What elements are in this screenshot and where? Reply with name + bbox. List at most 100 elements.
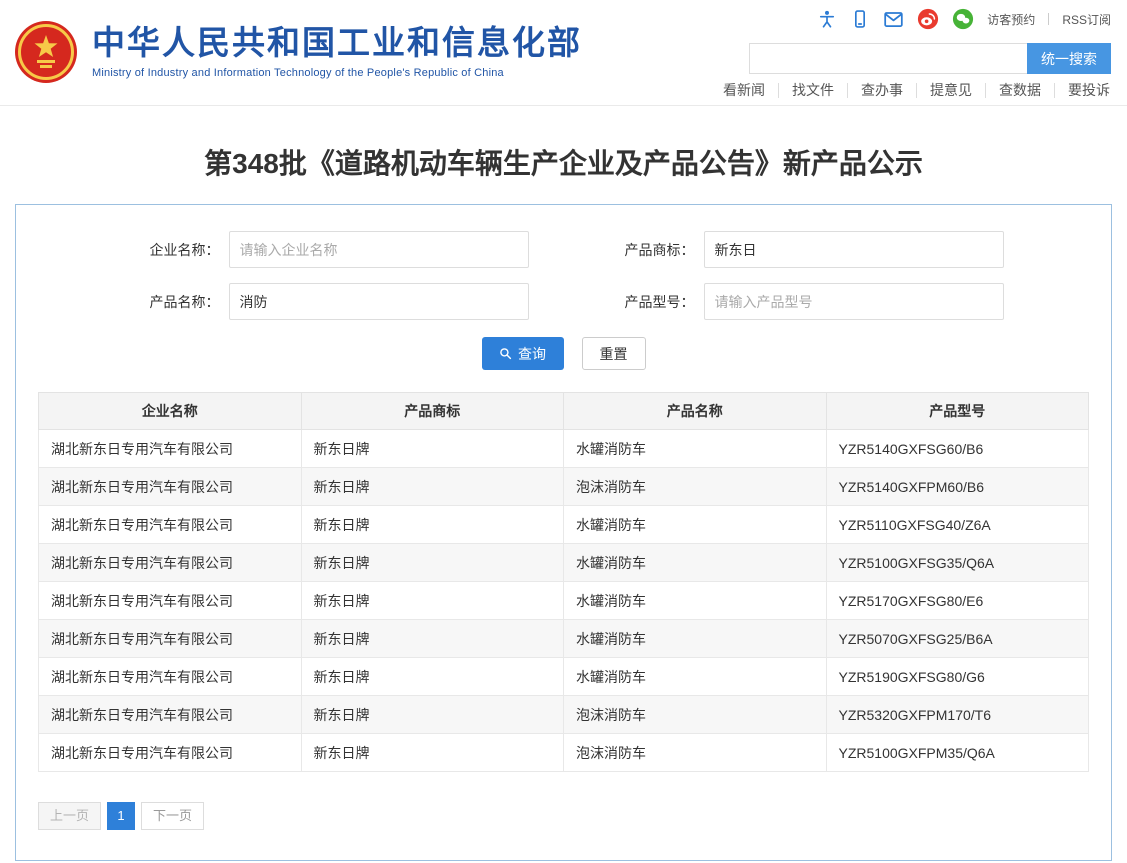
table-cell: 水罐消防车 [564, 582, 827, 620]
table-cell: 湖北新东日专用汽车有限公司 [39, 620, 302, 658]
mobile-icon[interactable] [850, 9, 870, 29]
table-cell: 泡沫消防车 [564, 468, 827, 506]
table-row: 湖北新东日专用汽车有限公司新东日牌水罐消防车YZR5100GXFSG35/Q6A [39, 544, 1089, 582]
table-cell: 水罐消防车 [564, 658, 827, 696]
product-brand-label: 产品商标： [599, 240, 695, 260]
product-brand-field: 产品商标： [599, 231, 1004, 268]
table-cell: 水罐消防车 [564, 430, 827, 468]
table-cell: 湖北新东日专用汽车有限公司 [39, 544, 302, 582]
mail-icon[interactable] [883, 9, 904, 30]
table-cell: 泡沫消防车 [564, 734, 827, 772]
form-row-2: 产品名称： 产品型号： [38, 283, 1089, 320]
unified-search-input[interactable] [749, 43, 1027, 74]
company-name-field: 企业名称： [124, 231, 529, 268]
nav-link-2[interactable]: 找文件 [778, 83, 847, 98]
table-cell: YZR5170GXFSG80/E6 [826, 582, 1089, 620]
pagination: 上一页 1 下一页 [38, 802, 1089, 830]
table-header-cell: 产品名称 [564, 393, 827, 430]
unified-search-button[interactable]: 统一搜索 [1027, 43, 1111, 74]
site-title: 中华人民共和国工业和信息化部 [92, 25, 582, 61]
product-name-label: 产品名称： [124, 292, 220, 312]
table-cell: 新东日牌 [301, 696, 564, 734]
product-model-label: 产品型号： [599, 292, 695, 312]
site-brand: 中华人民共和国工业和信息化部 Ministry of Industry and … [14, 20, 582, 84]
table-cell: YZR5190GXFSG80/G6 [826, 658, 1089, 696]
table-header-cell: 产品型号 [826, 393, 1089, 430]
table-cell: 湖北新东日专用汽车有限公司 [39, 658, 302, 696]
results-table: 企业名称产品商标产品名称产品型号 湖北新东日专用汽车有限公司新东日牌水罐消防车Y… [38, 392, 1089, 772]
table-cell: YZR5140GXFSG60/B6 [826, 430, 1089, 468]
table-row: 湖北新东日专用汽车有限公司新东日牌水罐消防车YZR5170GXFSG80/E6 [39, 582, 1089, 620]
table-cell: 新东日牌 [301, 430, 564, 468]
company-name-label: 企业名称： [124, 240, 220, 260]
table-cell: 湖北新东日专用汽车有限公司 [39, 734, 302, 772]
product-brand-input[interactable] [704, 231, 1004, 268]
nav-link-5[interactable]: 查数据 [985, 83, 1054, 98]
form-row-1: 企业名称： 产品商标： [38, 231, 1089, 268]
table-head: 企业名称产品商标产品名称产品型号 [39, 393, 1089, 430]
page-1-button[interactable]: 1 [107, 802, 135, 830]
table-cell: 湖北新东日专用汽车有限公司 [39, 468, 302, 506]
company-name-input[interactable] [229, 231, 529, 268]
product-name-field: 产品名称： [124, 283, 529, 320]
site-header: 中华人民共和国工业和信息化部 Ministry of Industry and … [0, 0, 1127, 106]
table-cell: 湖北新东日专用汽车有限公司 [39, 506, 302, 544]
table-row: 湖北新东日专用汽车有限公司新东日牌水罐消防车YZR5110GXFSG40/Z6A [39, 506, 1089, 544]
reset-button[interactable]: 重置 [582, 337, 646, 370]
table-row: 湖北新东日专用汽车有限公司新东日牌水罐消防车YZR5190GXFSG80/G6 [39, 658, 1089, 696]
next-page-button[interactable]: 下一页 [141, 802, 204, 830]
page-title: 第348批《道路机动车辆生产企业及产品公告》新产品公示 [0, 142, 1127, 182]
rss-link[interactable]: RSS订阅 [1062, 11, 1111, 28]
table-cell: 湖北新东日专用汽车有限公司 [39, 696, 302, 734]
table-row: 湖北新东日专用汽车有限公司新东日牌水罐消防车YZR5140GXFSG60/B6 [39, 430, 1089, 468]
table-cell: 水罐消防车 [564, 620, 827, 658]
form-actions: 查询 重置 [38, 337, 1089, 370]
table-cell: 新东日牌 [301, 582, 564, 620]
nav-link-1[interactable]: 看新闻 [710, 83, 778, 98]
top-utility-bar: 访客预约 RSS订阅 [817, 7, 1111, 31]
table-cell: 水罐消防车 [564, 544, 827, 582]
visitor-appointment-link[interactable]: 访客预约 [987, 11, 1035, 28]
table-cell: 新东日牌 [301, 506, 564, 544]
table-cell: 新东日牌 [301, 734, 564, 772]
accessibility-icon[interactable] [817, 9, 837, 29]
search-form: 企业名称： 产品商标： 产品名称： 产品型号： [38, 231, 1089, 370]
product-name-input[interactable] [229, 283, 529, 320]
table-cell: 湖北新东日专用汽车有限公司 [39, 430, 302, 468]
table-cell: YZR5110GXFSG40/Z6A [826, 506, 1089, 544]
product-model-input[interactable] [704, 283, 1004, 320]
table-cell: 新东日牌 [301, 658, 564, 696]
table-header-cell: 企业名称 [39, 393, 302, 430]
table-cell: 新东日牌 [301, 544, 564, 582]
search-icon [499, 347, 512, 360]
main-content: 第348批《道路机动车辆生产企业及产品公告》新产品公示 企业名称： 产品商标： … [0, 142, 1127, 861]
table-row: 湖北新东日专用汽车有限公司新东日牌泡沫消防车YZR5100GXFPM35/Q6A [39, 734, 1089, 772]
table-row: 湖北新东日专用汽车有限公司新东日牌泡沫消防车YZR5320GXFPM170/T6 [39, 696, 1089, 734]
product-model-field: 产品型号： [599, 283, 1004, 320]
query-button[interactable]: 查询 [482, 337, 564, 370]
nav-link-6[interactable]: 要投诉 [1054, 83, 1123, 98]
nav-link-3[interactable]: 查办事 [847, 83, 916, 98]
site-brand-text: 中华人民共和国工业和信息化部 Ministry of Industry and … [92, 25, 582, 78]
table-cell: YZR5100GXFSG35/Q6A [826, 544, 1089, 582]
national-emblem-icon [14, 20, 78, 84]
content-panel: 企业名称： 产品商标： 产品名称： 产品型号： [15, 204, 1112, 861]
table-body: 湖北新东日专用汽车有限公司新东日牌水罐消防车YZR5140GXFSG60/B6湖… [39, 430, 1089, 772]
table-cell: YZR5070GXFSG25/B6A [826, 620, 1089, 658]
table-cell: 水罐消防车 [564, 506, 827, 544]
table-row: 湖北新东日专用汽车有限公司新东日牌泡沫消防车YZR5140GXFPM60/B6 [39, 468, 1089, 506]
table-cell: 新东日牌 [301, 468, 564, 506]
query-button-label: 查询 [518, 344, 546, 364]
weibo-icon[interactable] [917, 8, 939, 30]
table-header-cell: 产品商标 [301, 393, 564, 430]
table-cell: 泡沫消防车 [564, 696, 827, 734]
wechat-icon[interactable] [952, 8, 974, 30]
site-subtitle: Ministry of Industry and Information Tec… [92, 67, 582, 79]
prev-page-button[interactable]: 上一页 [38, 802, 101, 830]
nav-link-4[interactable]: 提意见 [916, 83, 985, 98]
table-cell: YZR5140GXFPM60/B6 [826, 468, 1089, 506]
table-cell: YZR5320GXFPM170/T6 [826, 696, 1089, 734]
table-cell: YZR5100GXFPM35/Q6A [826, 734, 1089, 772]
table-cell: 湖北新东日专用汽车有限公司 [39, 582, 302, 620]
top-link-divider [1048, 13, 1049, 25]
